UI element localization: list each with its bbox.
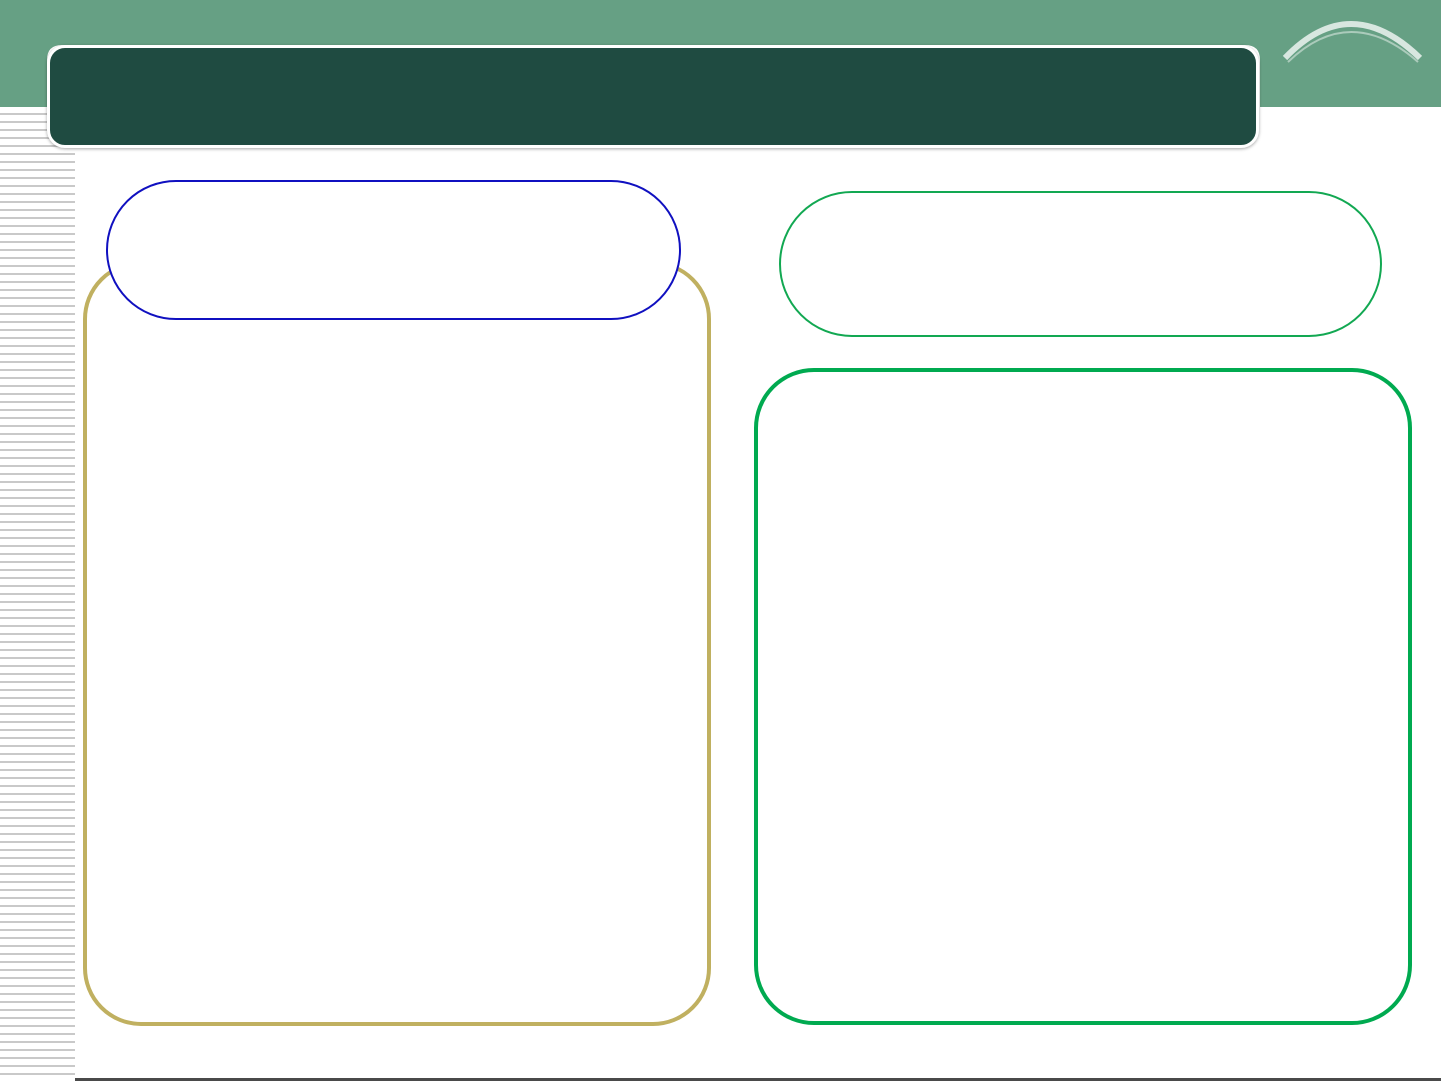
- slide-canvas: [0, 0, 1441, 1081]
- left-heading-pill: [106, 180, 681, 320]
- right-content-panel: [754, 368, 1412, 1025]
- decorative-arc-icon: [1282, 21, 1423, 63]
- title-bar: [47, 45, 1259, 148]
- left-stripe-decoration: [0, 107, 75, 1081]
- right-heading-pill: [779, 191, 1382, 337]
- left-content-panel: [83, 261, 711, 1026]
